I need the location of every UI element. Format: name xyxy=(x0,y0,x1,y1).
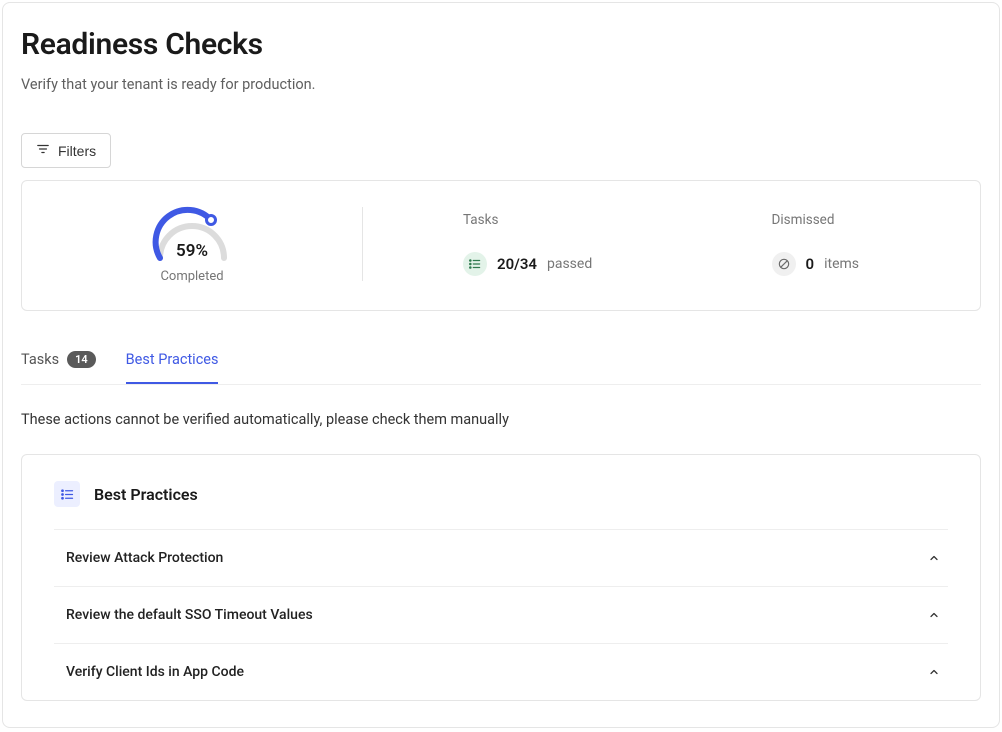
tasks-stat-label: Tasks xyxy=(463,212,672,228)
chevron-up-icon xyxy=(924,605,944,625)
tasks-stat-value: 20/34 xyxy=(497,255,537,273)
best-practices-description: These actions cannot be verified automat… xyxy=(21,411,981,428)
tab-best-practices[interactable]: Best Practices xyxy=(126,351,219,384)
completed-gauge: 59% Completed xyxy=(22,203,362,284)
page-title: Readiness Checks xyxy=(21,27,981,62)
tab-tasks-badge: 14 xyxy=(67,351,96,368)
dismissed-stat-label: Dismissed xyxy=(772,212,981,228)
chevron-up-icon xyxy=(924,662,944,682)
list-item[interactable]: Review the default SSO Timeout Values xyxy=(54,586,948,643)
completed-label: Completed xyxy=(160,269,223,284)
tasks-stat-unit: passed xyxy=(547,256,592,272)
filter-icon xyxy=(36,142,50,159)
page-subtitle: Verify that your tenant is ready for pro… xyxy=(21,76,981,93)
tasks-stat: Tasks 20/34 passed xyxy=(363,212,672,276)
filters-button[interactable]: Filters xyxy=(21,133,111,168)
summary-card: 59% Completed Tasks 20/34 passed Dismiss… xyxy=(21,180,981,311)
dismissed-stat: Dismissed 0 items xyxy=(672,212,981,276)
tab-tasks[interactable]: Tasks 14 xyxy=(21,351,96,384)
dismissed-stat-value: 0 xyxy=(806,255,815,273)
chevron-up-icon xyxy=(924,548,944,568)
tab-best-label: Best Practices xyxy=(126,351,219,368)
list-icon xyxy=(463,252,487,276)
best-practices-card: Best Practices Review Attack Protection … xyxy=(21,454,981,701)
gauge-arc-icon xyxy=(147,203,237,263)
filters-label: Filters xyxy=(58,143,96,159)
dismissed-stat-unit: items xyxy=(824,256,859,272)
tabs: Tasks 14 Best Practices xyxy=(21,351,981,385)
ban-icon xyxy=(772,252,796,276)
list-item-label: Review Attack Protection xyxy=(66,550,223,566)
list-item[interactable]: Review Attack Protection xyxy=(54,529,948,586)
tab-tasks-label: Tasks xyxy=(21,351,59,368)
list-item-label: Verify Client Ids in App Code xyxy=(66,664,244,680)
list-icon xyxy=(54,481,80,507)
list-item[interactable]: Verify Client Ids in App Code xyxy=(54,643,948,700)
list-item-label: Review the default SSO Timeout Values xyxy=(66,607,313,623)
best-practices-section-title: Best Practices xyxy=(94,485,198,504)
